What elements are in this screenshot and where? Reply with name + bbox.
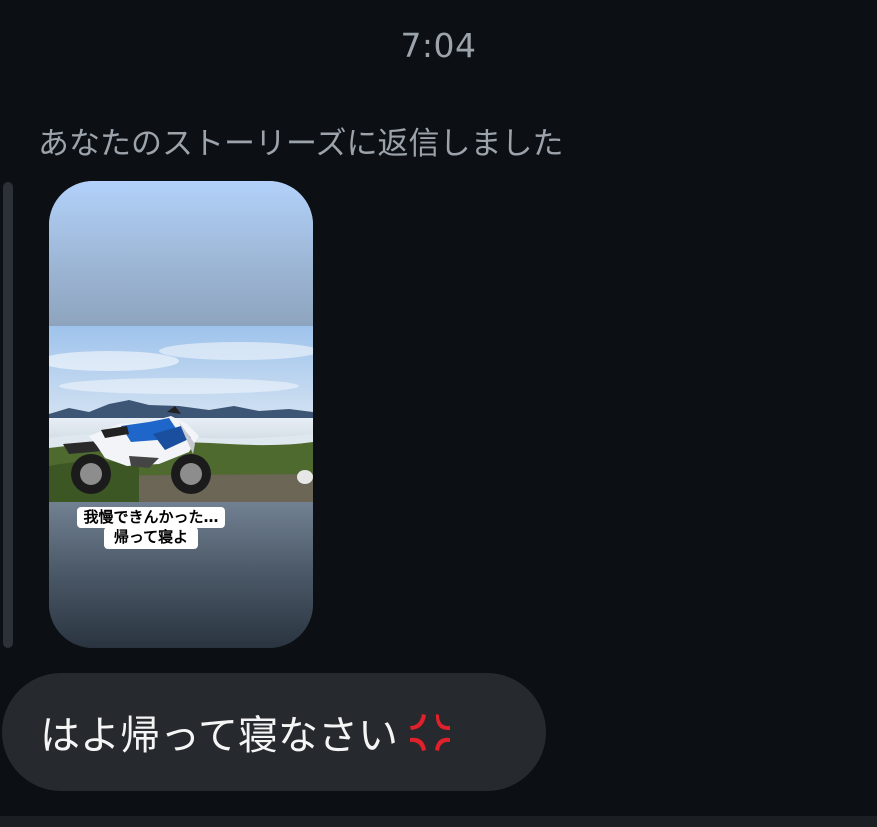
reply-thread-bar	[3, 182, 13, 648]
motorcycle-photo	[49, 326, 313, 502]
anger-symbol-icon	[410, 714, 450, 751]
caption-line-1: 我慢できんかった…	[77, 507, 225, 528]
story-preview[interactable]: 我慢できんかった… 帰って寝よ	[49, 181, 313, 648]
story-reply-label: あなたのストーリーズに返信しました	[38, 126, 564, 162]
caption-line-2: 帰って寝よ	[103, 527, 199, 549]
message-text: はよ帰って寝なさい	[40, 713, 398, 759]
dm-thread: 7:04 あなたのストーリーズに返信しました 我慢できんかった… 帰って寝よ は…	[0, 0, 877, 827]
story-caption: 我慢できんかった… 帰って寝よ	[57, 507, 245, 549]
composer-edge	[0, 816, 877, 827]
story-sky-background	[49, 181, 313, 326]
message-timestamp: 7:04	[400, 26, 477, 65]
sent-message-bubble[interactable]: はよ帰って寝なさい	[2, 673, 546, 791]
